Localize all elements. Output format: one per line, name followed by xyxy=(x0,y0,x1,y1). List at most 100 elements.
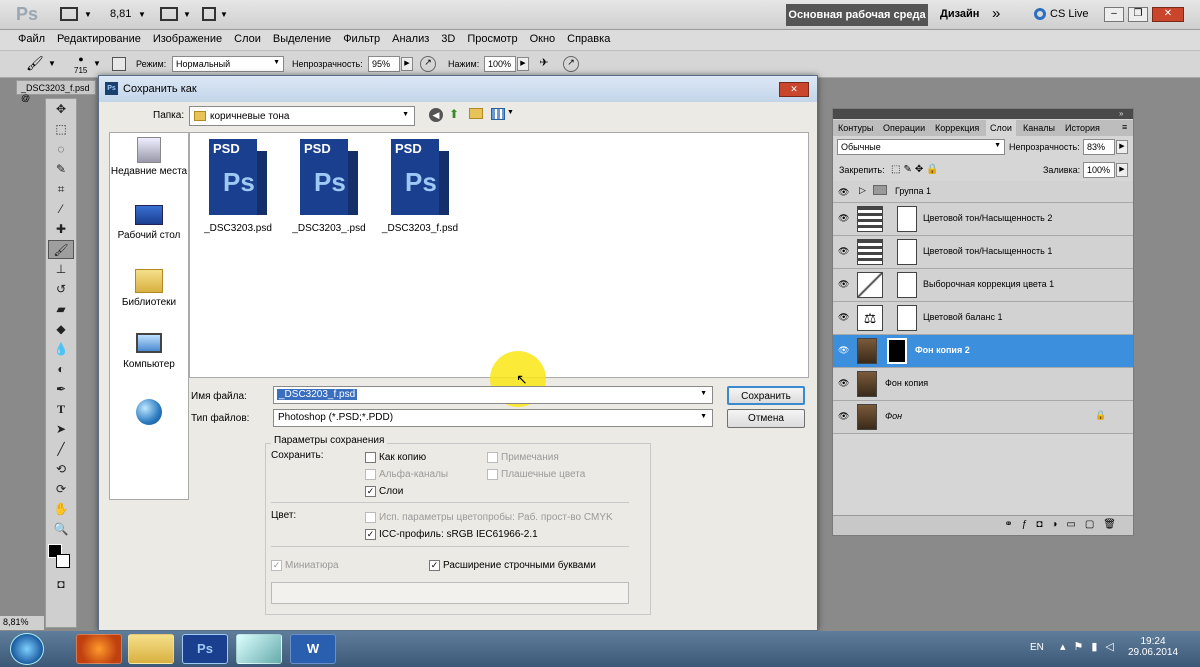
chevron-down-icon[interactable]: ▼ xyxy=(84,10,92,19)
firefox-icon[interactable] xyxy=(76,634,122,664)
layer-opacity-input[interactable]: 83% xyxy=(1083,139,1115,155)
brush-preset-icon[interactable]: ● xyxy=(74,54,88,64)
tray-icons[interactable]: ▴⚑▮◁ xyxy=(1060,640,1122,653)
menu-window[interactable]: Окно xyxy=(524,30,562,45)
chevron-down-icon[interactable]: ▼ xyxy=(93,59,101,68)
color-swatches[interactable] xyxy=(46,540,76,574)
icc-profile-checkbox[interactable]: ✓ xyxy=(365,529,376,540)
word-icon[interactable]: W xyxy=(290,634,336,664)
explorer-icon[interactable] xyxy=(128,634,174,664)
layer-row[interactable]: 👁 ▷ Группа 1 xyxy=(833,181,1133,203)
menu-view[interactable]: Просмотр xyxy=(461,30,523,45)
opacity-input[interactable]: 95% xyxy=(368,56,400,72)
place-libraries[interactable]: Библиотеки xyxy=(110,269,188,308)
eye-icon[interactable]: 👁 xyxy=(838,312,850,322)
proof-setup-checkbox[interactable] xyxy=(365,512,376,523)
more-workspaces-button[interactable]: » xyxy=(992,5,1000,22)
start-button[interactable] xyxy=(10,633,44,665)
up-folder-icon[interactable]: ⬆ xyxy=(449,107,459,121)
blur-tool-icon[interactable]: 💧 xyxy=(48,340,74,359)
tab-channels[interactable]: Каналы xyxy=(1023,123,1055,133)
restore-button[interactable]: ❐ xyxy=(1128,7,1148,22)
zoom-status[interactable]: 8,81% xyxy=(0,616,44,630)
chevron-down-icon[interactable]: ▼ xyxy=(402,111,409,118)
fill-slider-button[interactable]: ▶ xyxy=(1116,163,1128,177)
lock-icons[interactable]: ⬚✎✥🔒 xyxy=(891,164,942,175)
chevron-down-icon[interactable]: ▼ xyxy=(700,413,707,420)
hand-tool-icon[interactable]: ✋ xyxy=(48,500,74,519)
zoom-tool-icon[interactable]: 🔍 xyxy=(48,520,74,539)
menu-select[interactable]: Выделение xyxy=(267,30,337,45)
pressure-slider-button[interactable]: ▶ xyxy=(517,57,529,71)
eyedropper-tool-icon[interactable]: ⁄ xyxy=(48,200,74,219)
new-folder-icon[interactable] xyxy=(469,108,483,119)
menu-filter[interactable]: Фильтр xyxy=(337,30,386,45)
lasso-tool-icon[interactable]: ◌ xyxy=(48,140,74,159)
filetype-select[interactable]: Photoshop (*.PSD;*.PDD) ▼ xyxy=(273,409,713,427)
layers-checkbox[interactable]: ✓ xyxy=(365,486,376,497)
background-color[interactable] xyxy=(56,554,70,568)
3d-orbit-icon[interactable]: ⟳ xyxy=(48,480,74,499)
file-item[interactable]: PSD Ps _DSC3203_.psd xyxy=(289,139,369,234)
marquee-tool-icon[interactable]: ⬚ xyxy=(48,120,74,139)
place-network[interactable] xyxy=(110,399,188,425)
lowercase-ext-checkbox[interactable]: ✓ xyxy=(429,560,440,571)
pressure-size-icon[interactable]: ↗ xyxy=(563,56,579,72)
chevron-down-icon[interactable]: ▼ xyxy=(183,10,191,19)
layer-row[interactable]: 👁 Цветовой тон/Насыщенность 1 xyxy=(833,236,1133,269)
language-indicator[interactable]: EN xyxy=(1030,642,1044,653)
back-icon[interactable]: ◀ xyxy=(429,108,443,122)
collapse-icon[interactable]: » xyxy=(1119,109,1123,118)
menu-file[interactable]: Файл xyxy=(12,30,51,45)
clock[interactable]: 19:24 29.06.2014 xyxy=(1122,636,1184,658)
history-brush-icon[interactable]: ↺ xyxy=(48,280,74,299)
zoom-level[interactable]: 8,81 xyxy=(110,8,131,20)
3d-rotate-icon[interactable]: ⟲ xyxy=(48,460,74,479)
fill-input[interactable]: 100% xyxy=(1083,162,1115,178)
healing-brush-icon[interactable]: ✚ xyxy=(48,220,74,239)
eraser-tool-icon[interactable]: ▰ xyxy=(48,300,74,319)
brush-panel-icon[interactable] xyxy=(112,57,126,71)
pen-tool-icon[interactable]: ✒ xyxy=(48,380,74,399)
paint-bucket-icon[interactable]: ◆ xyxy=(48,320,74,339)
layer-row[interactable]: 👁 Выборочная коррекция цвета 1 xyxy=(833,269,1133,302)
tab-adjustments[interactable]: Коррекция xyxy=(935,123,979,133)
folder-select[interactable]: коричневые тона ▼ xyxy=(189,106,415,126)
eye-icon[interactable]: 👁 xyxy=(838,279,850,289)
menu-help[interactable]: Справка xyxy=(561,30,616,45)
layer-row[interactable]: 👁 Цветовой тон/Насыщенность 2 xyxy=(833,203,1133,236)
chevron-down-icon[interactable]: ▼ xyxy=(507,109,514,116)
as-copy-checkbox[interactable] xyxy=(365,452,376,463)
type-tool-icon[interactable]: T xyxy=(48,400,74,419)
launch-bridge-icon[interactable] xyxy=(60,7,78,21)
quick-mask-icon[interactable]: ◘ xyxy=(48,575,74,594)
dodge-tool-icon[interactable]: ◐ xyxy=(48,360,74,379)
layer-row[interactable]: 👁 ⚖ Цветовой баланс 1 xyxy=(833,302,1133,335)
layers-footer-icons[interactable]: ⚭ƒ◘◑▭▢🗑 xyxy=(833,515,1133,535)
tab-actions[interactable]: Операции xyxy=(883,123,925,133)
opacity-slider-button[interactable]: ▶ xyxy=(401,57,413,71)
tab-history[interactable]: История xyxy=(1065,123,1100,133)
eye-icon[interactable]: 👁 xyxy=(838,246,850,256)
workspace-essentials-button[interactable]: Основная рабочая среда xyxy=(786,4,928,26)
photoshop-taskbar-icon[interactable]: Ps xyxy=(182,634,228,664)
dialog-close-button[interactable]: ✕ xyxy=(779,82,809,97)
menu-3d[interactable]: 3D xyxy=(435,30,461,45)
place-computer[interactable]: Компьютер xyxy=(110,333,188,370)
chevron-down-icon[interactable]: ▼ xyxy=(138,10,146,19)
path-select-icon[interactable]: ➤ xyxy=(48,420,74,439)
opacity-slider-button[interactable]: ▶ xyxy=(1116,140,1128,154)
chevron-down-icon[interactable]: ▼ xyxy=(220,10,228,19)
tab-layers[interactable]: Слои xyxy=(986,120,1016,136)
pressure-input[interactable]: 100% xyxy=(484,56,516,72)
document-tab[interactable]: _DSC3203_f.psd @ xyxy=(16,80,96,103)
quick-select-tool-icon[interactable]: ✎ xyxy=(48,160,74,179)
panel-menu-icon[interactable]: ≡ xyxy=(1122,122,1127,132)
layer-row-selected[interactable]: 👁 Фон копия 2 xyxy=(833,335,1133,368)
eye-icon[interactable]: 👁 xyxy=(838,345,850,355)
alpha-channels-checkbox[interactable] xyxy=(365,469,376,480)
chevron-down-icon[interactable]: ▼ xyxy=(48,59,56,68)
brush-tool-icon[interactable]: 🖌 xyxy=(26,55,44,72)
place-desktop[interactable]: Рабочий стол xyxy=(110,205,188,241)
file-item[interactable]: PSD Ps _DSC3203.psd xyxy=(198,139,278,234)
